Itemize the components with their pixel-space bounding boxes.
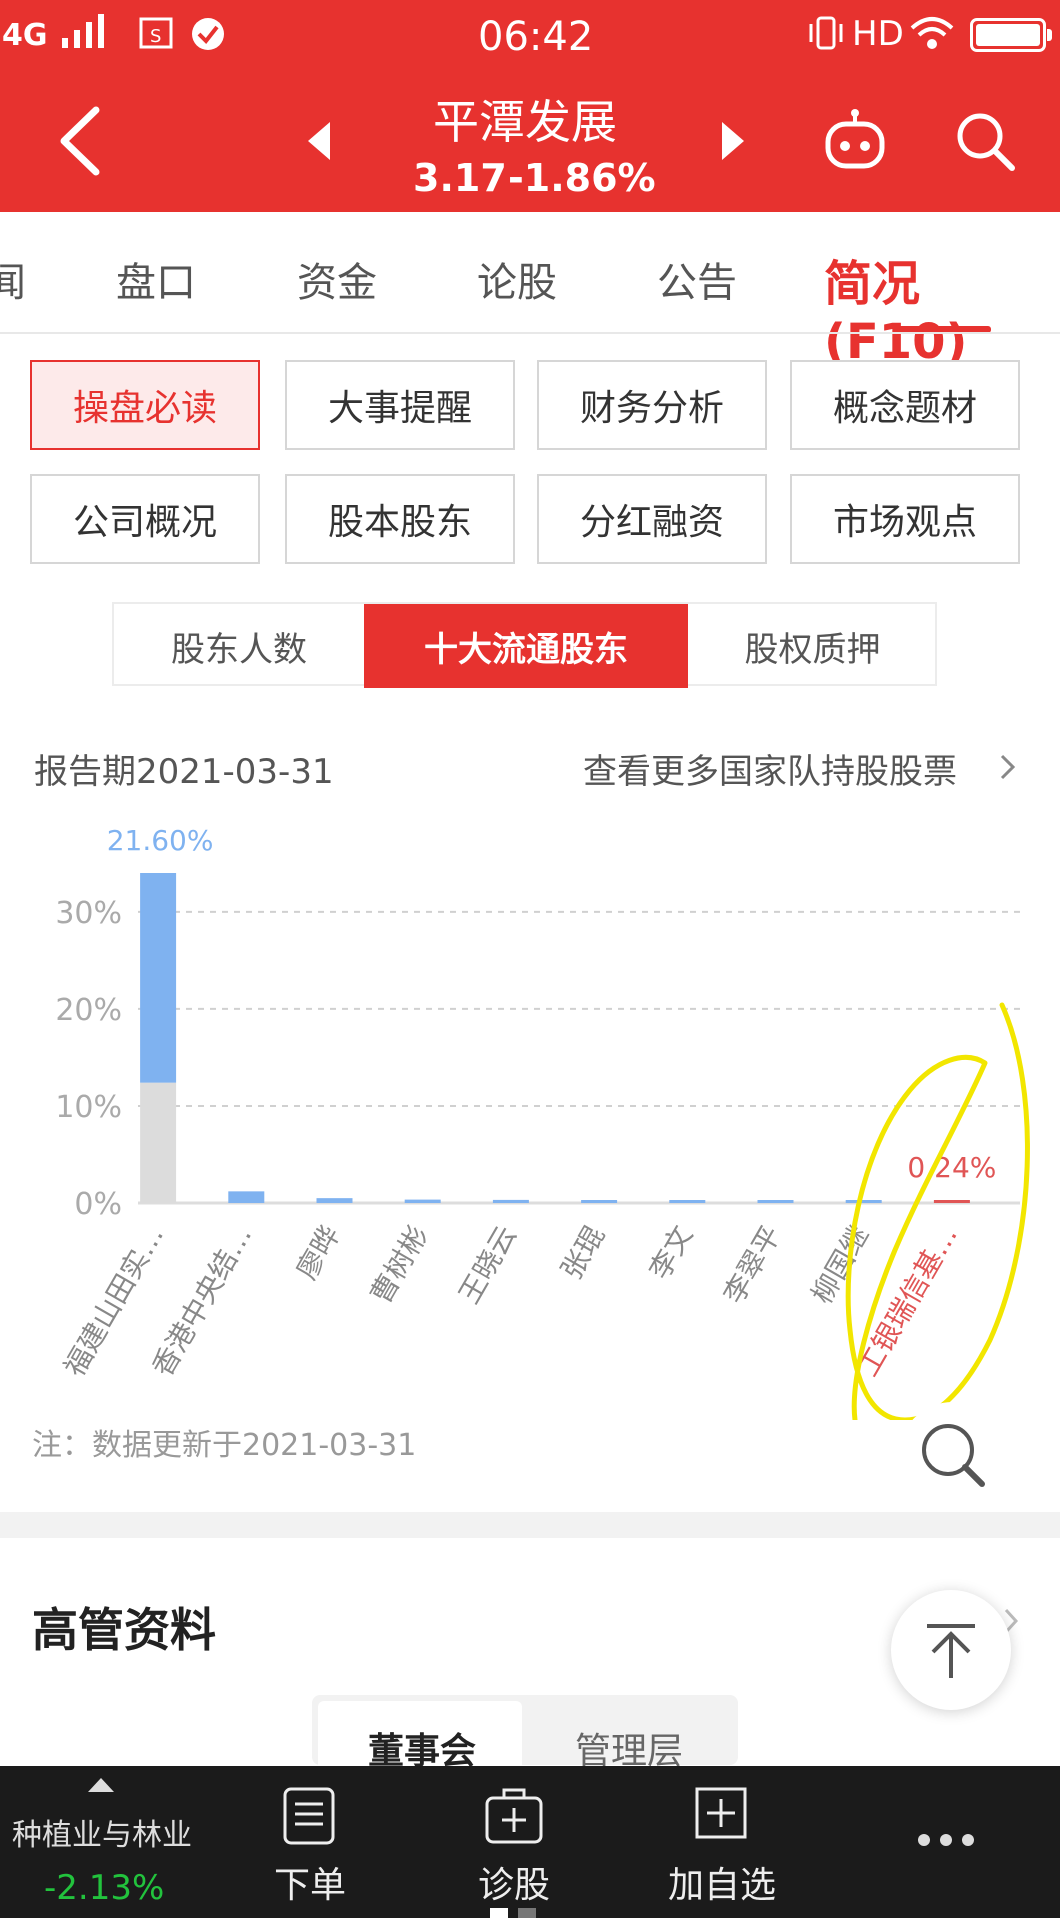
svg-text:S: S <box>150 26 161 47</box>
y-tick-label: 10% <box>55 1090 122 1125</box>
page-indicator <box>490 1908 536 1918</box>
segment-holder-count[interactable]: 股东人数 <box>114 604 364 688</box>
status-time: 06:42 <box>478 14 594 60</box>
sector-change: -2.13% <box>44 1868 165 1908</box>
category-events[interactable]: 大事提醒 <box>285 360 515 450</box>
data-label: 21.60% <box>107 824 214 857</box>
divider <box>0 332 1060 334</box>
bar-segment <box>316 1198 353 1203</box>
category-market-views[interactable]: 市场观点 <box>790 474 1020 564</box>
robot-icon[interactable] <box>822 108 888 172</box>
sector-name[interactable]: 种植业与林业 <box>12 1810 192 1854</box>
bar-segment <box>669 1200 706 1203</box>
network-indicator: 4G <box>2 18 48 53</box>
diagnose-icon[interactable] <box>484 1786 544 1846</box>
category-shareholders[interactable]: 股本股东 <box>285 474 515 564</box>
arrow-up-icon <box>927 1624 975 1678</box>
stock-change: -1.86% <box>508 156 656 200</box>
category-dividends[interactable]: 分红融资 <box>537 474 767 564</box>
report-period: 报告期2021-03-31 <box>34 752 334 792</box>
magnifier-icon <box>922 1424 985 1487</box>
bar-segment <box>581 1200 618 1203</box>
check-circle-icon <box>192 18 224 50</box>
segment-top10-float-holders[interactable]: 十大流通股东 <box>364 604 688 688</box>
vibrate-icon <box>809 16 843 50</box>
section-title: 高管资料 <box>32 1603 216 1657</box>
bar-segment <box>757 1200 794 1203</box>
shareholder-segment-control: 股东人数 十大流通股东 股权质押 <box>112 602 937 688</box>
tab-news[interactable]: 闻 <box>0 250 26 308</box>
tab-forum[interactable]: 论股 <box>477 250 557 308</box>
more-icon[interactable] <box>914 1830 978 1850</box>
bar-segment <box>228 1191 265 1203</box>
back-arrow-icon[interactable] <box>56 106 106 176</box>
bar-segment <box>933 1200 970 1203</box>
tab-f10[interactable]: 简况(F10) <box>824 244 1060 370</box>
tab-quotes[interactable]: 盘口 <box>116 250 196 308</box>
next-stock-icon[interactable] <box>718 120 748 162</box>
add-watch-icon[interactable] <box>694 1786 748 1840</box>
bar-segment <box>845 1200 882 1203</box>
stock-name: 平潭发展 <box>433 95 617 149</box>
section-gap <box>0 1512 1060 1538</box>
x-tick-label: 李文 <box>643 1220 700 1285</box>
expand-up-icon[interactable] <box>86 1776 116 1794</box>
bar-segment <box>492 1199 529 1203</box>
category-trading-guide[interactable]: 操盘必读 <box>30 360 260 450</box>
signal-icon <box>62 14 104 48</box>
bar-segment <box>404 1199 441 1203</box>
diagnose-button[interactable]: 诊股 <box>478 1856 550 1908</box>
top10-holders-chart: 0%10%20%30%福建山田实…香港中央结… 廖晔 曹树彬 王晓云 张琨 李文 李翠平 柳国… <box>55 824 1030 1420</box>
segment-equity-pledge[interactable]: 股权质押 <box>688 604 937 688</box>
scroll-to-top-button[interactable] <box>891 1590 1011 1710</box>
more-national-team-link[interactable]: 查看更多国家队持股股票 <box>583 744 957 793</box>
bar-segment <box>140 873 177 1083</box>
category-company-profile[interactable]: 公司概况 <box>30 474 260 564</box>
x-tick-label: 王晓云 <box>452 1220 523 1309</box>
x-tick-label: 柳国继 <box>805 1220 876 1309</box>
x-tick-label: 李翠平 <box>717 1220 788 1309</box>
chevron-right-icon[interactable] <box>998 752 1018 782</box>
bar-segment-gray <box>140 1082 177 1203</box>
x-tick-label: 曹树彬 <box>364 1220 435 1309</box>
battery-icon <box>970 18 1052 52</box>
tab-funds[interactable]: 资金 <box>297 250 377 308</box>
y-tick-label: 20% <box>55 993 122 1028</box>
hd-indicator: HD <box>852 14 904 54</box>
search-icon[interactable] <box>954 110 1016 172</box>
stock-price: 3.17 <box>413 156 507 200</box>
data-label: 0.24% <box>907 1151 996 1184</box>
order-icon[interactable] <box>282 1786 336 1846</box>
wifi-icon <box>910 17 954 49</box>
add-watch-button[interactable]: 加自选 <box>668 1856 776 1908</box>
x-tick-label: 张琨 <box>555 1220 612 1285</box>
zoom-button[interactable] <box>898 1402 1008 1512</box>
y-tick-label: 30% <box>55 896 122 931</box>
category-concepts[interactable]: 概念题材 <box>790 360 1020 450</box>
category-financials[interactable]: 财务分析 <box>537 360 767 450</box>
y-tick-label: 0% <box>74 1187 122 1222</box>
tab-announcements[interactable]: 公告 <box>657 250 737 308</box>
x-tick-label: 廖晔 <box>290 1220 347 1285</box>
data-update-note: 注：数据更新于2021-03-31 <box>32 1428 417 1463</box>
order-button[interactable]: 下单 <box>274 1856 346 1908</box>
screenshot-icon: S <box>139 17 173 49</box>
